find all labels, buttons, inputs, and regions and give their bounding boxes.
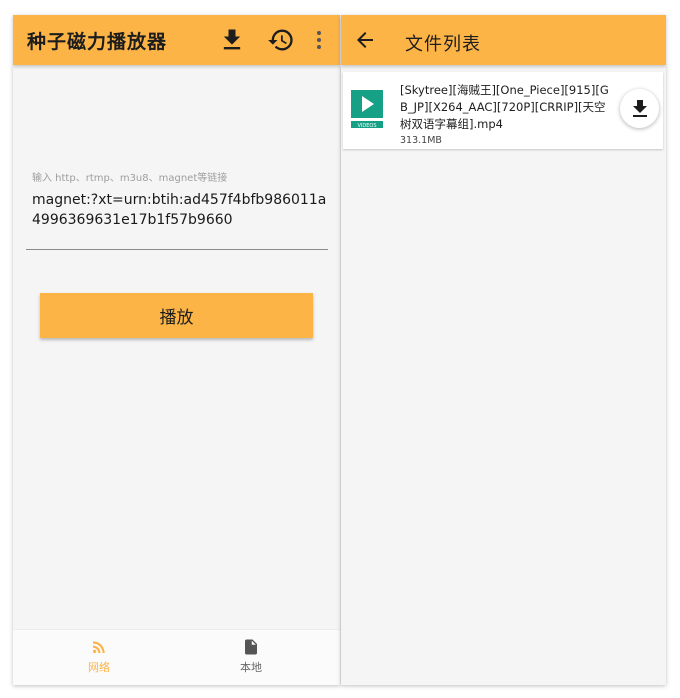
- rss-icon: [93, 641, 105, 653]
- video-file-icon: VIDEOS: [351, 90, 383, 130]
- nav-item-network[interactable]: 网络: [59, 638, 139, 675]
- download-button[interactable]: [620, 89, 659, 128]
- file-list-screen: 文件列表 VIDEOS [Skytree][海贼王][One_Piece][91…: [341, 15, 666, 685]
- nav-label-local: 本地: [240, 661, 262, 674]
- thumb-label: VIDEOS: [357, 123, 376, 129]
- player-screen: 种子磁力播放器 输入 http、rtmp、m3u8、magnet等链接 magn…: [13, 15, 340, 685]
- file-name: [Skytree][海贼王][One_Piece][915][GB_JP][X2…: [400, 83, 609, 131]
- file-icon: [245, 639, 257, 655]
- file-size: 313.1MB: [400, 135, 442, 146]
- back-arrow-icon[interactable]: [353, 28, 377, 52]
- bottom-nav: 网络 本地: [13, 629, 340, 685]
- url-input-hint: 输入 http、rtmp、m3u8、magnet等链接: [32, 173, 228, 184]
- nav-item-local[interactable]: 本地: [211, 638, 291, 675]
- more-vert-icon[interactable]: [309, 26, 329, 54]
- history-icon[interactable]: [267, 26, 295, 54]
- play-button[interactable]: 播放: [40, 293, 313, 338]
- app-title: 种子磁力播放器: [27, 31, 168, 53]
- url-input[interactable]: magnet:?xt=urn:btih:ad457f4bfb986011a499…: [26, 189, 328, 250]
- app-bar: 文件列表: [341, 15, 666, 65]
- download-icon[interactable]: [218, 26, 246, 54]
- page-title: 文件列表: [405, 34, 481, 55]
- nav-label-network: 网络: [88, 661, 110, 674]
- download-icon: [632, 99, 647, 117]
- app-bar: 种子磁力播放器: [13, 15, 340, 65]
- file-list-item[interactable]: VIDEOS [Skytree][海贼王][One_Piece][915][GB…: [343, 72, 663, 149]
